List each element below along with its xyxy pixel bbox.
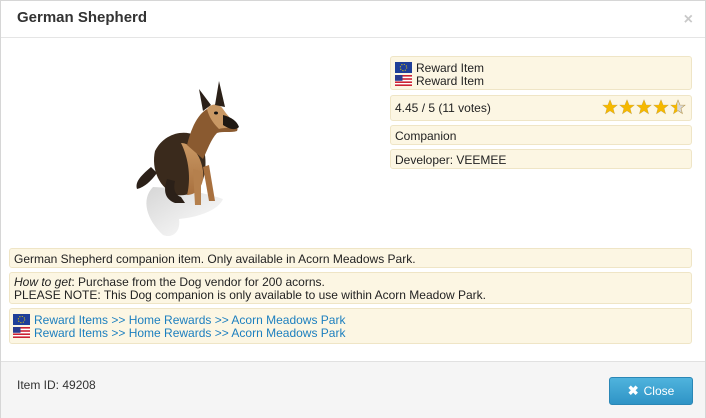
breadcrumb-box: Reward Items >> Home Rewards >> Acorn Me… [9,308,692,344]
how-to-get-text: : Purchase from the Dog vendor for 200 a… [71,275,325,289]
star-icon[interactable] [619,99,635,115]
eu-flag-icon [395,62,412,73]
type-line-eu: Reward Item [395,60,687,75]
item-image [111,59,281,244]
star-icon[interactable] [670,99,686,115]
type-line-us: Reward Item [395,73,687,88]
how-to-get-label: How to get [14,275,72,289]
rating-box: 4.45 / 5 (11 votes) [390,95,692,121]
star-icon[interactable] [653,99,669,115]
developer-box: Developer: VEEMEE [390,149,692,169]
description-box: German Shepherd companion item. Only ava… [9,248,692,268]
item-type-label: Reward Item [416,73,485,88]
rating-stars[interactable] [602,99,686,115]
german-shepherd-image [136,81,239,237]
please-note-text: PLEASE NOTE: This Dog companion is only … [14,288,487,302]
close-button[interactable]: ✖ Close [609,377,693,405]
rating-text: 4.45 / 5 (11 votes) [395,101,491,115]
category-box: Companion [390,125,692,145]
description-text: German Shepherd companion item. Only ava… [14,252,416,266]
item-type-box: Reward Item Reward Item [390,56,692,90]
close-button-label: Close [643,384,675,398]
how-to-get-box: How to get: Purchase from the Dog vendor… [9,272,692,304]
category-label: Companion [395,129,457,143]
close-icon[interactable]: × [684,11,693,29]
close-icon: ✖ [627,383,639,398]
eu-flag-icon [13,314,30,325]
star-icon[interactable] [636,99,652,115]
dialog-footer: Item ID: 49208 ✖ Close [1,361,705,418]
dialog-title: German Shepherd [17,9,148,26]
us-flag-icon [13,327,30,338]
dialog-header: German Shepherd × [1,1,705,38]
breadcrumb-link[interactable]: Reward Items >> Home Rewards >> Acorn Me… [34,313,345,327]
item-id: Item ID: 49208 [17,378,96,392]
developer-label: Developer: VEEMEE [395,153,507,167]
breadcrumb-us: Reward Items >> Home Rewards >> Acorn Me… [13,326,688,340]
breadcrumb-eu: Reward Items >> Home Rewards >> Acorn Me… [13,313,688,327]
breadcrumb-link[interactable]: Reward Items >> Home Rewards >> Acorn Me… [34,326,345,340]
us-flag-icon [395,75,412,86]
star-icon[interactable] [602,99,618,115]
item-dialog: German Shepherd × Reward Item Reward Ite… [0,0,706,418]
item-type-label: Reward Item [416,60,485,75]
